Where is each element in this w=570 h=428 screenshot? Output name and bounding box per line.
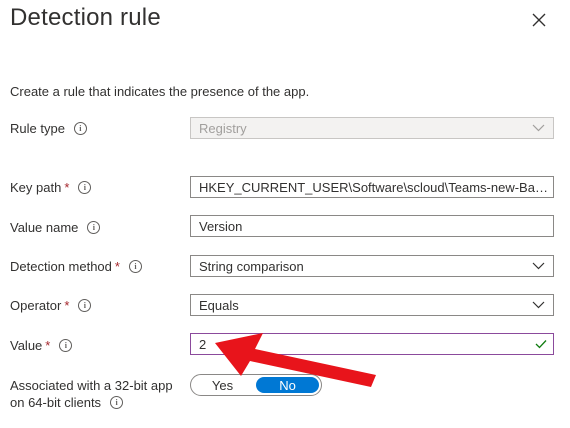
rule-type-select: Registry <box>190 117 554 139</box>
checkmark-icon <box>535 340 547 349</box>
value-label: Value * i <box>10 338 73 353</box>
chevron-down-icon <box>532 124 545 132</box>
value-name-value: Version <box>199 218 243 234</box>
detection-method-select[interactable]: String comparison <box>190 255 554 277</box>
close-icon[interactable] <box>530 11 548 29</box>
value-input[interactable]: 2 <box>190 333 554 355</box>
value-value: 2 <box>199 336 207 352</box>
operator-label: Operator * i <box>10 298 92 313</box>
panel-description: Create a rule that indicates the presenc… <box>10 84 310 99</box>
info-icon[interactable]: i <box>78 299 92 312</box>
rule-type-label: Rule type i <box>10 121 87 136</box>
operator-select[interactable]: Equals <box>190 294 554 316</box>
chevron-down-icon <box>532 262 545 270</box>
association-toggle[interactable]: Yes No <box>190 374 322 396</box>
toggle-yes-option[interactable]: Yes <box>191 375 254 395</box>
toggle-no-option[interactable]: No <box>256 377 319 393</box>
rule-type-value: Registry <box>199 120 247 136</box>
key-path-label: Key path * i <box>10 180 92 195</box>
info-icon[interactable]: i <box>87 221 101 234</box>
panel-title: Detection rule <box>10 4 161 31</box>
chevron-down-icon <box>532 301 545 309</box>
association-label: Associated with a 32-bit app on 64-bit c… <box>10 378 173 410</box>
value-name-label: Value name i <box>10 220 101 235</box>
red-arrow-annotation <box>215 333 376 387</box>
info-icon[interactable]: i <box>110 396 124 409</box>
info-icon[interactable]: i <box>73 122 87 135</box>
info-icon[interactable]: i <box>78 181 92 194</box>
value-name-input[interactable]: Version <box>190 215 554 237</box>
detection-method-label: Detection method * i <box>10 259 142 274</box>
detection-method-value: String comparison <box>199 258 304 274</box>
key-path-input[interactable]: HKEY_CURRENT_USER\Software\scloud\Teams-… <box>190 176 554 198</box>
operator-value: Equals <box>199 297 239 313</box>
key-path-value: HKEY_CURRENT_USER\Software\scloud\Teams-… <box>199 179 549 195</box>
info-icon[interactable]: i <box>59 339 73 352</box>
info-icon[interactable]: i <box>128 260 142 273</box>
